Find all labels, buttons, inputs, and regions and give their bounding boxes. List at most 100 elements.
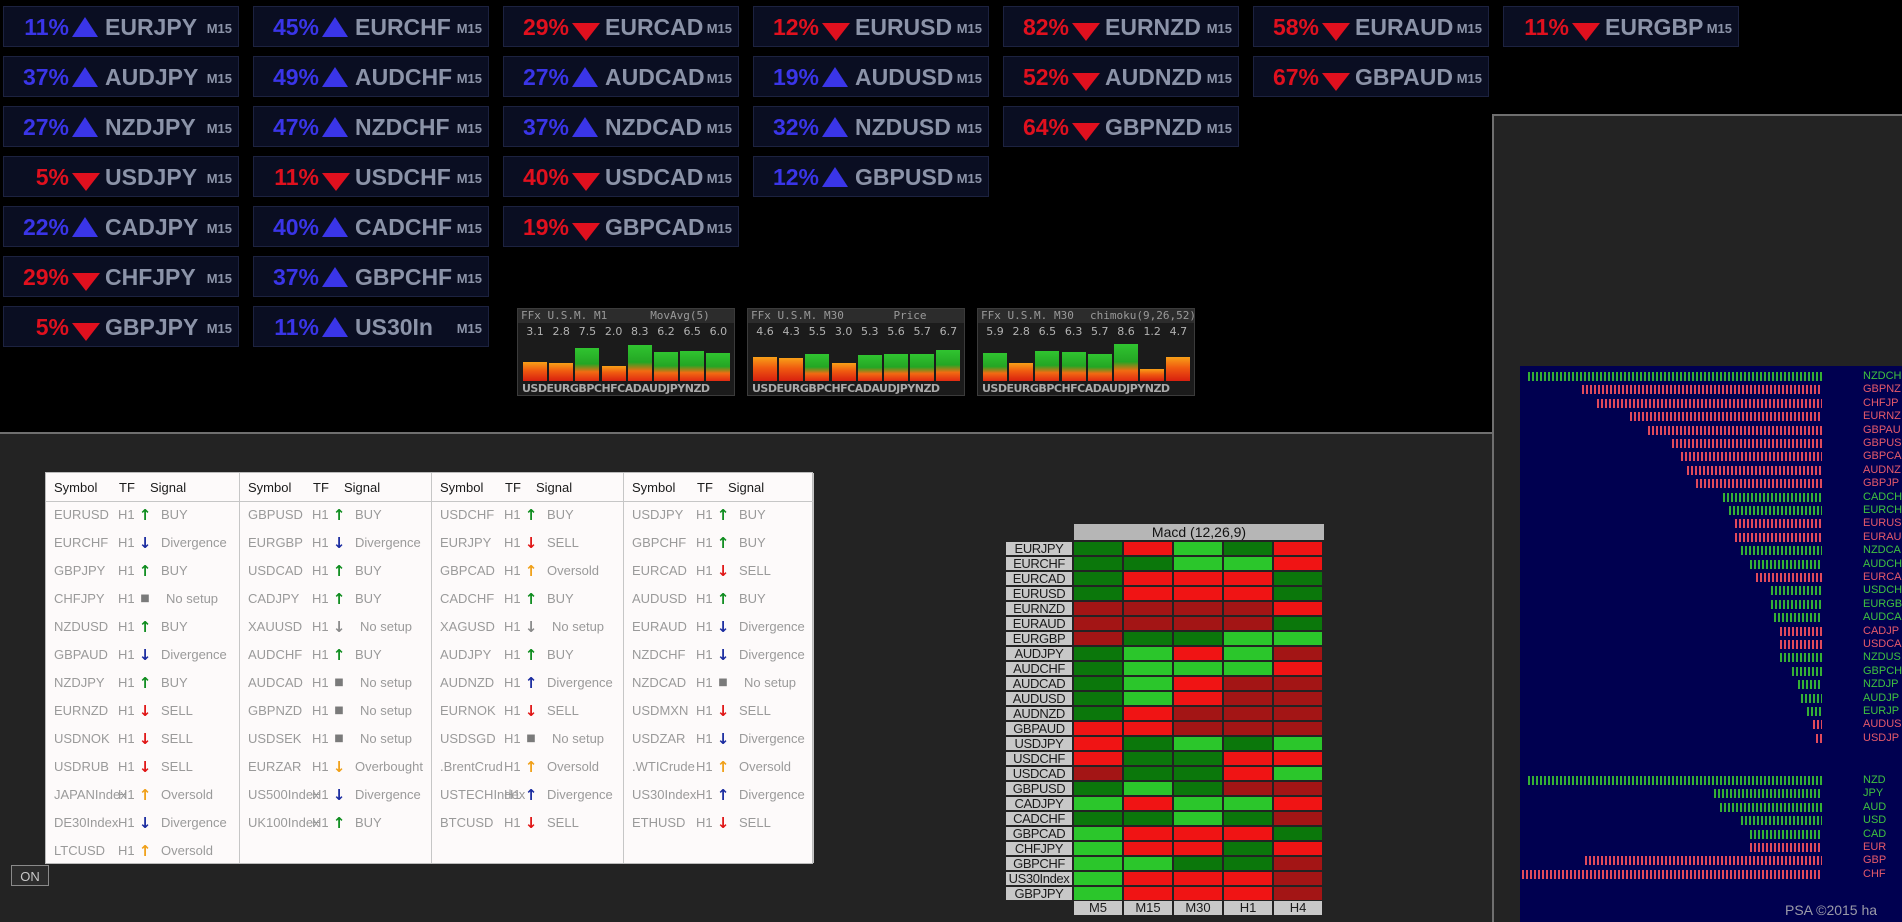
- on-button[interactable]: ON: [11, 865, 49, 886]
- table-row[interactable]: US30Index H1 ↑ Divergence: [624, 781, 813, 809]
- currency-tile[interactable]: 40% CADCHF M15: [253, 206, 489, 247]
- currency-tile[interactable]: 40% USDCAD M15: [503, 156, 739, 197]
- currency-tile[interactable]: 11% USDCHF M15: [253, 156, 489, 197]
- table-row[interactable]: GBPCAD H1 ↑ Oversold: [432, 557, 623, 585]
- table-row[interactable]: USDCHF H1 ↑ BUY: [432, 501, 623, 529]
- table-row[interactable]: EURCAD H1 ↓ SELL: [624, 557, 813, 585]
- currency-tile[interactable]: 19% AUDUSD M15: [753, 56, 989, 97]
- currency-tile[interactable]: 58% EURAUD M15: [1253, 6, 1489, 47]
- table-row[interactable]: XAUUSD H1 ↓ No setup: [240, 613, 431, 641]
- table-row[interactable]: USTECHIndex H1 ↑ Divergence: [432, 781, 623, 809]
- currency-tile[interactable]: 29% CHFJPY M15: [3, 256, 239, 297]
- table-row[interactable]: USDCAD H1 ↑ BUY: [240, 557, 431, 585]
- currency-tile[interactable]: 32% NZDUSD M15: [753, 106, 989, 147]
- table-row[interactable]: NZDUSD H1 ↑ BUY: [46, 613, 239, 641]
- table-row[interactable]: USDNOK H1 ↓ SELL: [46, 725, 239, 753]
- strength-row: EURGB: [1520, 598, 1902, 610]
- currency-tile[interactable]: 45% EURCHF M15: [253, 6, 489, 47]
- strength-bar: [1780, 640, 1822, 649]
- table-row[interactable]: EURAUD H1 ↓ Divergence: [624, 613, 813, 641]
- tile-timeframe: M15: [456, 171, 482, 186]
- tile-symbol: AUDCAD: [605, 64, 705, 90]
- strength-label: GBP: [1863, 854, 1887, 867]
- currency-tile[interactable]: 12% EURUSD M15: [753, 6, 989, 47]
- currency-tile[interactable]: 11% EURJPY M15: [3, 6, 239, 47]
- table-row[interactable]: NZDJPY H1 ↑ BUY: [46, 669, 239, 697]
- table-row[interactable]: CHFJPY H1 ■ No setup: [46, 585, 239, 613]
- table-row[interactable]: XAGUSD H1 ↓ No setup: [432, 613, 623, 641]
- usm-value: 4.3: [782, 325, 800, 338]
- currency-tile[interactable]: 27% AUDCAD M15: [503, 56, 739, 97]
- currency-tile[interactable]: 37% NZDCAD M15: [503, 106, 739, 147]
- currency-tile[interactable]: 37% GBPCHF M15: [253, 256, 489, 297]
- currency-tile[interactable]: 27% NZDJPY M15: [3, 106, 239, 147]
- macd-row-label: EURNZD: [1006, 602, 1072, 615]
- usm-value: 6.3: [1064, 325, 1083, 338]
- table-row[interactable]: GBPJPY H1 ↑ BUY: [46, 557, 239, 585]
- table-row[interactable]: EURGBP H1 ↓ Divergence: [240, 529, 431, 557]
- currency-tile[interactable]: 82% EURNZD M15: [1003, 6, 1239, 47]
- currency-tile[interactable]: 52% AUDNZD M15: [1003, 56, 1239, 97]
- currency-tile[interactable]: 29% EURCAD M15: [503, 6, 739, 47]
- divergence-arrow-icon: ↓: [138, 814, 152, 832]
- table-row[interactable]: JAPANIndex H1 ↑ Oversold: [46, 781, 239, 809]
- table-row[interactable]: LTCUSD H1 ↑ Oversold: [46, 837, 239, 863]
- currency-tile[interactable]: 19% GBPCAD M15: [503, 206, 739, 247]
- table-row[interactable]: USDSEK H1 ■ No setup: [240, 725, 431, 753]
- table-row[interactable]: EURZAR H1 ↓ Overbought: [240, 753, 431, 781]
- currency-tile[interactable]: 5% USDJPY M15: [3, 156, 239, 197]
- currency-tile[interactable]: 12% GBPUSD M15: [753, 156, 989, 197]
- table-row[interactable]: EURNZD H1 ↓ SELL: [46, 697, 239, 725]
- usm-bar: [654, 351, 678, 381]
- currency-tile[interactable]: 11% US30In M15: [253, 306, 489, 347]
- macd-cell: [1224, 707, 1272, 720]
- table-row[interactable]: .BrentCrud H1 ↑ Oversold: [432, 753, 623, 781]
- table-row[interactable]: US500Index H1 ↓ Divergence: [240, 781, 431, 809]
- currency-tile[interactable]: 22% CADJPY M15: [3, 206, 239, 247]
- table-row[interactable]: BTCUSD H1 ↓ SELL: [432, 809, 623, 837]
- table-row[interactable]: GBPNZD H1 ■ No setup: [240, 697, 431, 725]
- table-row[interactable]: CADCHF H1 ↑ BUY: [432, 585, 623, 613]
- table-row[interactable]: NZDCHF H1 ↓ Divergence: [624, 641, 813, 669]
- tile-timeframe: M15: [456, 21, 482, 36]
- table-row[interactable]: .WTICrude H1 ↑ Oversold: [624, 753, 813, 781]
- table-row[interactable]: UK100Index H1 ↑ BUY: [240, 809, 431, 837]
- currency-tile[interactable]: 11% EURGBP M15: [1503, 6, 1739, 47]
- arrow-up-icon: [322, 217, 348, 237]
- table-row[interactable]: AUDCAD H1 ■ No setup: [240, 669, 431, 697]
- table-row[interactable]: EURJPY H1 ↓ SELL: [432, 529, 623, 557]
- table-row[interactable]: GBPUSD H1 ↑ BUY: [240, 501, 431, 529]
- table-row[interactable]: GBPCHF H1 ↑ BUY: [624, 529, 813, 557]
- currency-tile[interactable]: 47% NZDCHF M15: [253, 106, 489, 147]
- strength-bar: [1522, 869, 1822, 879]
- table-row[interactable]: EURUSD H1 ↑ BUY: [46, 501, 239, 529]
- macd-cell: [1174, 647, 1222, 660]
- table-row[interactable]: EURNOK H1 ↓ SELL: [432, 697, 623, 725]
- table-row[interactable]: AUDJPY H1 ↑ BUY: [432, 641, 623, 669]
- currency-tile[interactable]: 37% AUDJPY M15: [3, 56, 239, 97]
- table-row[interactable]: USDZAR H1 ↓ Divergence: [624, 725, 813, 753]
- table-row[interactable]: USDJPY H1 ↑ BUY: [624, 501, 813, 529]
- table-row[interactable]: AUDCHF H1 ↑ BUY: [240, 641, 431, 669]
- table-row[interactable]: USDMXN H1 ↓ SELL: [624, 697, 813, 725]
- macd-cell: [1174, 782, 1222, 795]
- table-row[interactable]: CADJPY H1 ↑ BUY: [240, 585, 431, 613]
- currency-tile[interactable]: 64% GBPNZD M15: [1003, 106, 1239, 147]
- table-row[interactable]: DE30Index H1 ↓ Divergence: [46, 809, 239, 837]
- table-row[interactable]: EURCHF H1 ↓ Divergence: [46, 529, 239, 557]
- table-row[interactable]: USDRUB H1 ↓ SELL: [46, 753, 239, 781]
- table-row[interactable]: NZDCAD H1 ■ No setup: [624, 669, 813, 697]
- strength-label: NZDUS: [1863, 651, 1901, 664]
- currency-tile[interactable]: 49% AUDCHF M15: [253, 56, 489, 97]
- table-row[interactable]: AUDUSD H1 ↑ BUY: [624, 585, 813, 613]
- currency-tile[interactable]: 67% GBPAUD M15: [1253, 56, 1489, 97]
- currency-tile[interactable]: 5% GBPJPY M15: [3, 306, 239, 347]
- table-row[interactable]: USDSGD H1 ■ No setup: [432, 725, 623, 753]
- strength-bar: [1813, 720, 1822, 730]
- strength-row: NZD: [1520, 774, 1902, 786]
- table-row[interactable]: AUDNZD H1 ↑ Divergence: [432, 669, 623, 697]
- row-signal: No setup: [552, 619, 605, 634]
- table-row[interactable]: ETHUSD H1 ↓ SELL: [624, 809, 813, 837]
- macd-cell: [1274, 647, 1322, 660]
- table-row[interactable]: GBPAUD H1 ↓ Divergence: [46, 641, 239, 669]
